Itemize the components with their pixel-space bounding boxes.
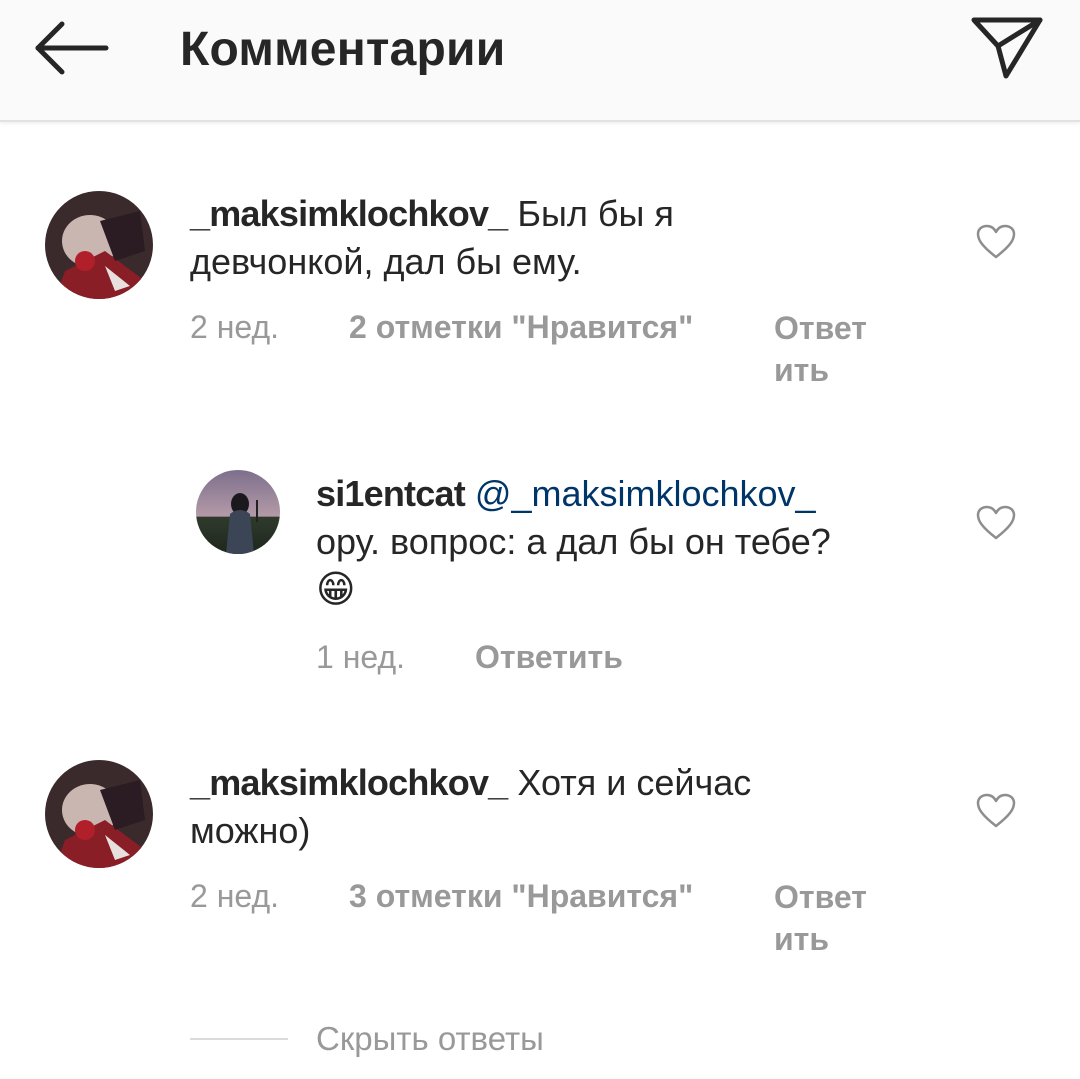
like-button[interactable] [976,793,1016,829]
paper-plane-icon [971,17,1043,79]
comment-text: девчонкой, дал бы ему. [190,241,582,282]
like-button[interactable] [976,505,1016,541]
comment-time: 2 нед. [190,309,280,345]
back-button[interactable] [30,18,114,82]
comment-username[interactable]: si1entcat [316,473,466,514]
comment-username[interactable]: _maksimklochkov_ [190,193,508,234]
likes-count[interactable]: 2 отметки "Нравится" [349,309,693,346]
comment-body: _maksimklochkov_ Был бы я девчонкой, дал… [190,190,674,286]
comment-username[interactable]: _maksimklochkov_ [190,762,508,803]
comment-text: ору. вопрос: а дал бы он тебе? [316,521,831,562]
arrow-left-icon [35,21,109,75]
heart-icon [976,505,1016,540]
reply-label: Ответ [774,879,867,915]
avatar[interactable] [45,191,153,299]
mention-link[interactable]: @_maksimklochkov_ [475,473,816,514]
reply-button[interactable]: Ответить [475,636,623,678]
reply-label: Ответ [774,310,867,346]
heart-icon [976,793,1016,828]
heart-icon [976,224,1016,259]
reply-label: ить [774,352,830,388]
comment-time: 1 нед. [316,639,406,675]
comment-body: _maksimklochkov_ Хотя и сейчас можно) [190,759,751,855]
reply-label: ить [774,921,830,957]
comment-text: Хотя и сейчас [517,762,752,803]
page-title: Комментарии [180,23,506,76]
comment-text: Был бы я [517,193,674,234]
comment-time: 2 нед. [190,878,280,914]
avatar[interactable] [196,470,280,554]
likes-count[interactable]: 3 отметки "Нравится" [349,878,693,915]
send-button[interactable] [964,10,1050,86]
emoji: 😁 [316,569,356,611]
like-button[interactable] [976,224,1016,260]
top-bar: Комментарии [0,0,1080,122]
divider [190,1038,288,1040]
avatar[interactable] [45,760,153,868]
reply-button[interactable]: Ответ ить [774,307,867,391]
reply-button[interactable]: Ответ ить [774,876,867,960]
comment-body: si1entcat @_maksimklochkov_ ору. вопрос:… [316,470,831,614]
hide-replies-button[interactable]: Скрыть ответы [316,1020,544,1058]
comment-text: можно) [190,810,311,851]
